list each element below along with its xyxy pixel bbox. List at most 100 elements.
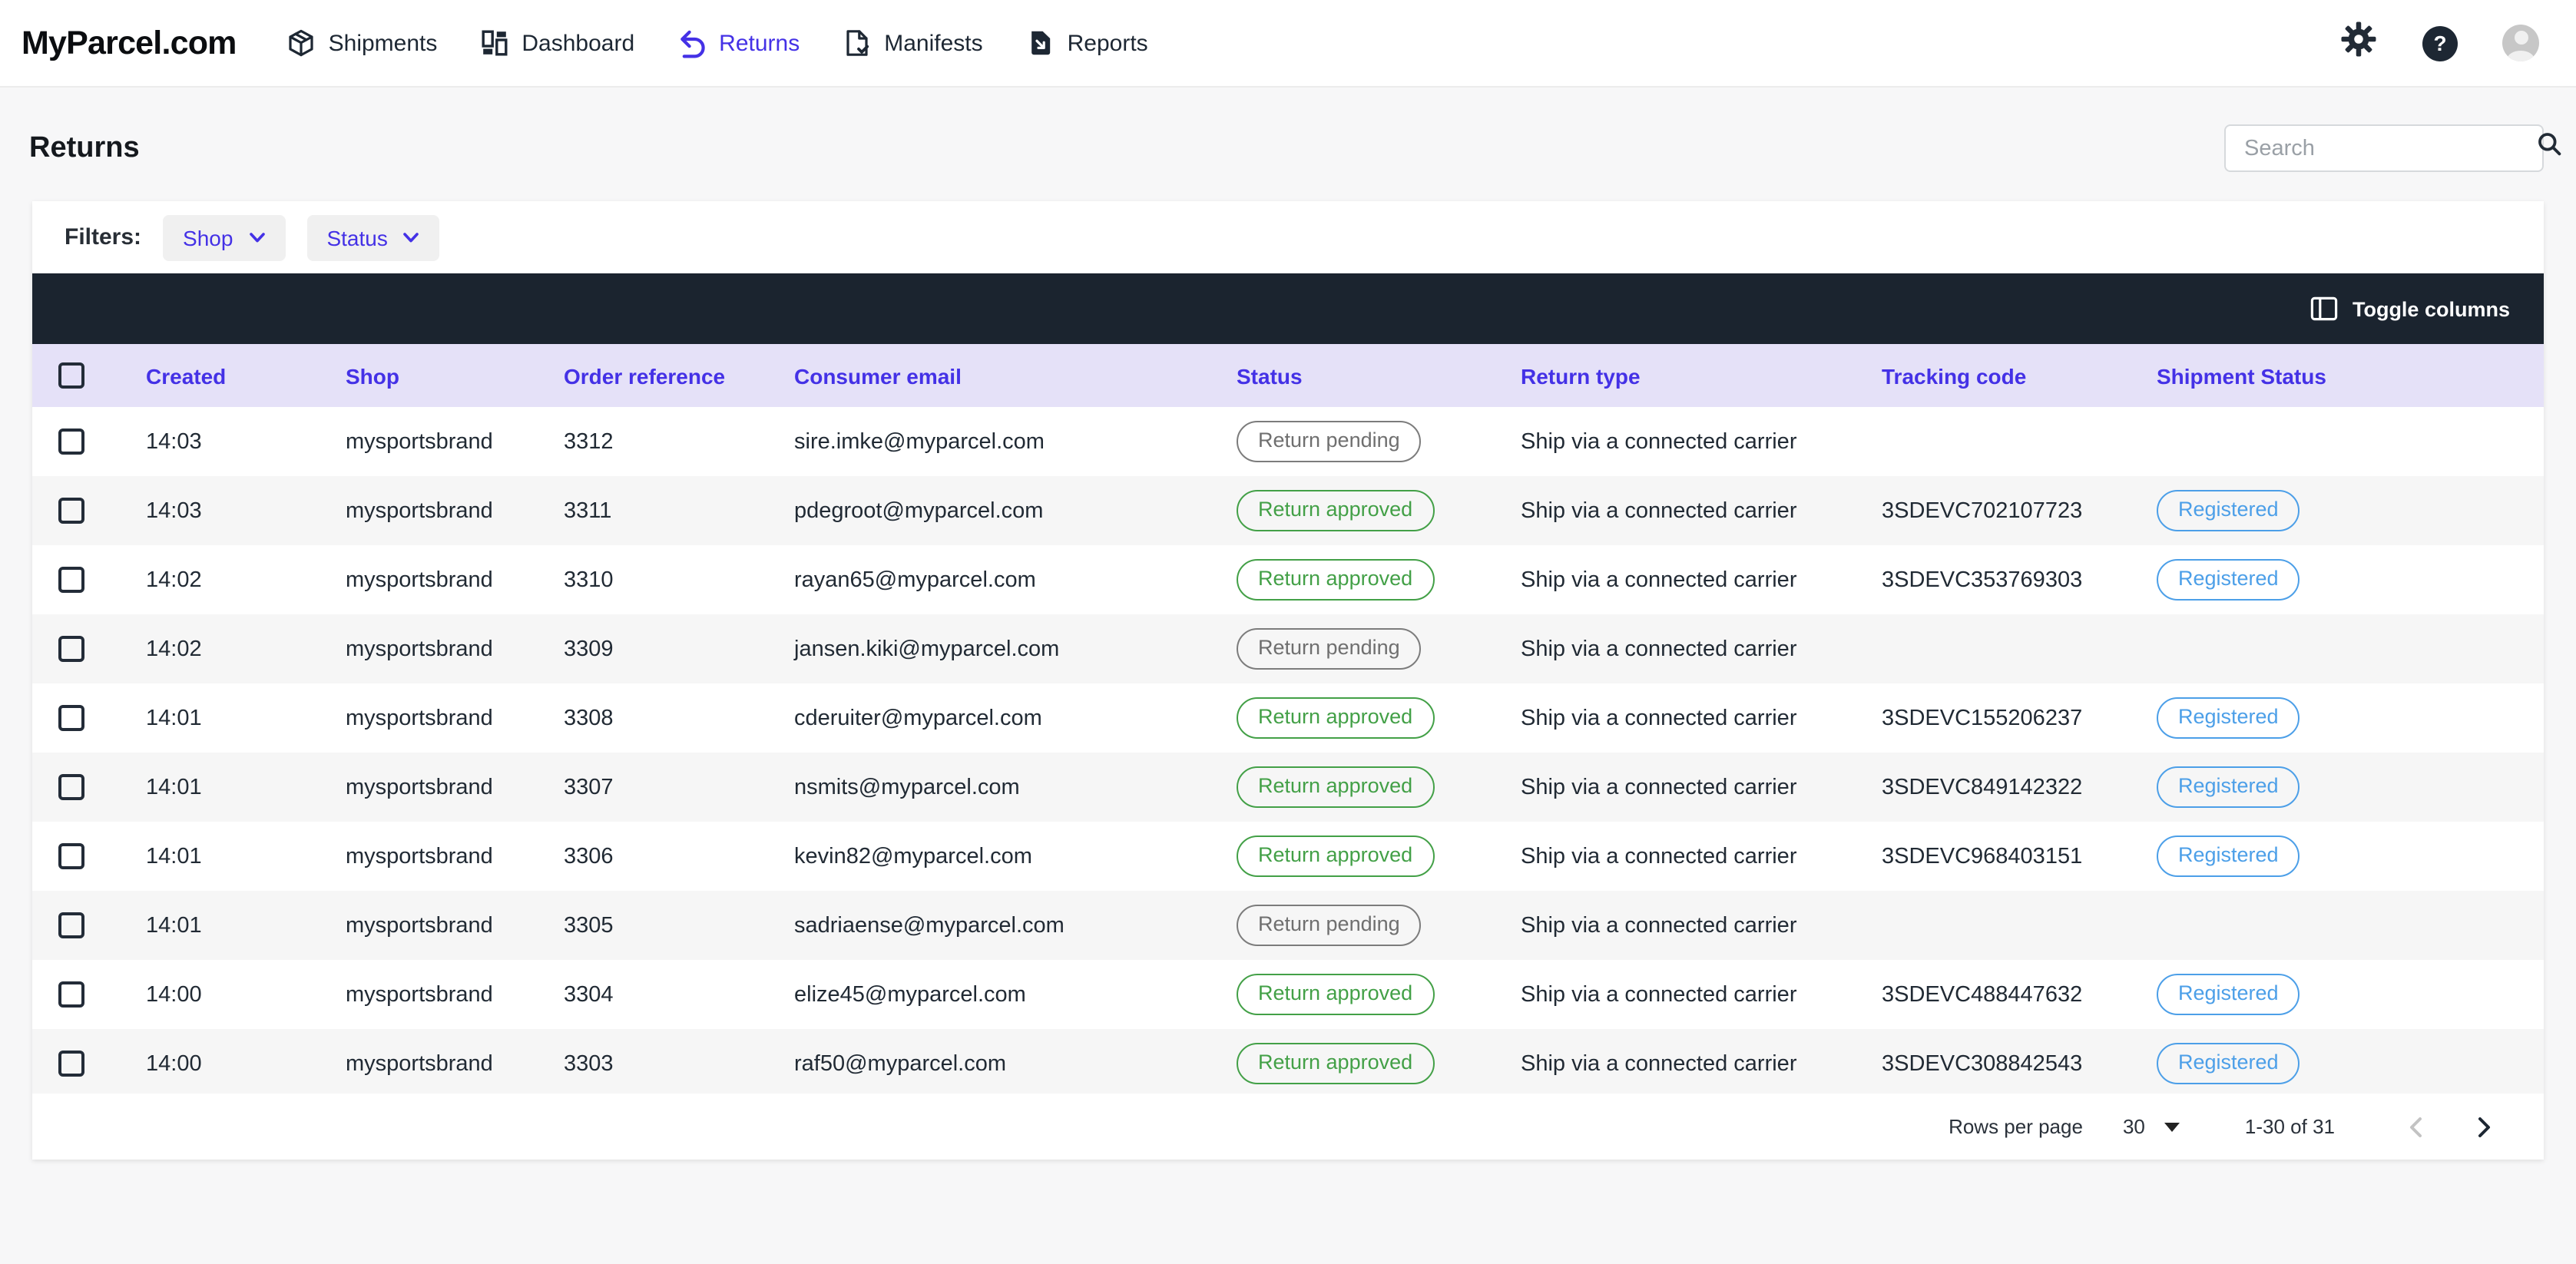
row-checkbox[interactable] bbox=[58, 636, 84, 662]
cell-status: Return approved bbox=[1237, 490, 1521, 531]
status-badge: Return approved bbox=[1237, 974, 1434, 1015]
cell-order-reference: 3310 bbox=[564, 567, 794, 592]
cell-consumer-email: sire.imke@myparcel.com bbox=[794, 429, 1237, 454]
cell-shipment-status: Registered bbox=[2157, 697, 2544, 739]
avatar-body bbox=[2507, 51, 2535, 61]
select-all-checkbox[interactable] bbox=[58, 362, 84, 389]
cell-order-reference: 3309 bbox=[564, 637, 794, 661]
status-badge: Return approved bbox=[1237, 559, 1434, 601]
chevron-right-icon bbox=[2473, 1114, 2495, 1139]
table-row[interactable]: 14:01 mysportsbrand 3308 cderuiter@mypar… bbox=[32, 683, 2544, 753]
cell-shipment-status: Registered bbox=[2157, 559, 2544, 601]
cell-status: Return pending bbox=[1237, 421, 1521, 462]
cell-shipment-status: Registered bbox=[2157, 766, 2544, 808]
caret-down-icon bbox=[2165, 1122, 2180, 1131]
avatar-head bbox=[2514, 31, 2528, 45]
columns-icon bbox=[2311, 296, 2339, 321]
cell-tracking-code: 3SDEVC488447632 bbox=[1882, 982, 2157, 1007]
row-checkbox[interactable] bbox=[58, 774, 84, 800]
row-checkbox[interactable] bbox=[58, 843, 84, 869]
cell-shipment-status: Registered bbox=[2157, 835, 2544, 877]
cell-return-type: Ship via a connected carrier bbox=[1521, 706, 1882, 730]
returns-page: MyParcel.com Shipments Dashboard Returns… bbox=[0, 0, 2576, 1264]
row-checkbox[interactable] bbox=[58, 981, 84, 1008]
cell-return-type: Ship via a connected carrier bbox=[1521, 1051, 1882, 1076]
search-input[interactable] bbox=[2241, 134, 2535, 162]
cell-order-reference: 3307 bbox=[564, 775, 794, 799]
table-row[interactable]: 14:01 mysportsbrand 3306 kevin82@myparce… bbox=[32, 822, 2544, 891]
nav-item-reports[interactable]: Reports bbox=[1025, 28, 1148, 58]
shipment-status-badge: Registered bbox=[2157, 1043, 2300, 1084]
filters-label: Filters: bbox=[65, 224, 141, 250]
nav-item-manifests[interactable]: Manifests bbox=[841, 28, 982, 58]
filter-status-label: Status bbox=[326, 225, 387, 250]
col-header-order-reference: Order reference bbox=[564, 363, 794, 388]
status-badge: Return pending bbox=[1237, 628, 1422, 670]
row-checkbox[interactable] bbox=[58, 705, 84, 731]
cell-shop: mysportsbrand bbox=[346, 1051, 564, 1076]
pagination-range: 1-30 of 31 bbox=[2245, 1115, 2335, 1138]
cell-tracking-code: 3SDEVC353769303 bbox=[1882, 567, 2157, 592]
table-row[interactable]: 14:01 mysportsbrand 3305 sadriaense@mypa… bbox=[32, 891, 2544, 960]
next-page-button[interactable] bbox=[2464, 1107, 2504, 1147]
nav-item-shipments[interactable]: Shipments bbox=[286, 28, 438, 58]
table-toolbar: Toggle columns bbox=[32, 273, 2544, 344]
row-checkbox[interactable] bbox=[58, 912, 84, 938]
nav-right: ? bbox=[2339, 20, 2539, 66]
cell-order-reference: 3311 bbox=[564, 498, 794, 523]
user-avatar[interactable] bbox=[2502, 25, 2539, 61]
status-badge: Return approved bbox=[1237, 490, 1434, 531]
cell-order-reference: 3306 bbox=[564, 844, 794, 869]
cell-order-reference: 3303 bbox=[564, 1051, 794, 1076]
help-icon[interactable]: ? bbox=[2422, 25, 2458, 61]
cell-consumer-email: jansen.kiki@myparcel.com bbox=[794, 637, 1237, 661]
returns-table-card: Filters: Shop Status Toggle columns Crea… bbox=[32, 201, 2544, 1160]
filter-shop-dropdown[interactable]: Shop bbox=[163, 214, 285, 260]
rows-per-page-label: Rows per page bbox=[1949, 1115, 2083, 1138]
shipment-status-badge: Registered bbox=[2157, 490, 2300, 531]
row-checkbox[interactable] bbox=[58, 498, 84, 524]
cell-return-type: Ship via a connected carrier bbox=[1521, 913, 1882, 938]
toggle-columns-button[interactable]: Toggle columns bbox=[2311, 296, 2510, 321]
return-arrow-icon bbox=[676, 28, 707, 58]
cell-tracking-code: 3SDEVC308842543 bbox=[1882, 1051, 2157, 1076]
manifest-icon bbox=[841, 28, 872, 58]
table-row[interactable]: 14:03 mysportsbrand 3312 sire.imke@mypar… bbox=[32, 407, 2544, 476]
previous-page-button[interactable] bbox=[2396, 1107, 2436, 1147]
table-row[interactable]: 14:02 mysportsbrand 3310 rayan65@myparce… bbox=[32, 545, 2544, 614]
filters-row: Filters: Shop Status bbox=[32, 201, 2544, 273]
cell-created: 14:02 bbox=[146, 567, 346, 592]
search-box bbox=[2224, 124, 2544, 172]
nav-item-returns[interactable]: Returns bbox=[676, 28, 800, 58]
cell-consumer-email: raf50@myparcel.com bbox=[794, 1051, 1237, 1076]
table-row[interactable]: 14:03 mysportsbrand 3311 pdegroot@myparc… bbox=[32, 476, 2544, 545]
cell-return-type: Ship via a connected carrier bbox=[1521, 844, 1882, 869]
row-checkbox[interactable] bbox=[58, 429, 84, 455]
cell-shop: mysportsbrand bbox=[346, 429, 564, 454]
col-header-consumer-email: Consumer email bbox=[794, 363, 1237, 388]
cell-order-reference: 3308 bbox=[564, 706, 794, 730]
table-row[interactable]: 14:00 mysportsbrand 3304 elize45@myparce… bbox=[32, 960, 2544, 1029]
status-badge: Return approved bbox=[1237, 766, 1434, 808]
settings-gear-icon[interactable] bbox=[2339, 20, 2378, 66]
col-header-status: Status bbox=[1237, 363, 1521, 388]
cell-order-reference: 3304 bbox=[564, 982, 794, 1007]
cell-created: 14:01 bbox=[146, 775, 346, 799]
rows-per-page-select[interactable]: 30 bbox=[2123, 1115, 2180, 1138]
brand-logo[interactable]: MyParcel.com bbox=[22, 24, 237, 62]
row-checkbox[interactable] bbox=[58, 1051, 84, 1077]
search-icon[interactable] bbox=[2535, 129, 2565, 167]
nav-item-dashboard[interactable]: Dashboard bbox=[478, 28, 634, 58]
cell-status: Return approved bbox=[1237, 697, 1521, 739]
col-header-return-type: Return type bbox=[1521, 363, 1882, 388]
cell-tracking-code: 3SDEVC702107723 bbox=[1882, 498, 2157, 523]
table-row[interactable]: 14:01 mysportsbrand 3307 nsmits@myparcel… bbox=[32, 753, 2544, 822]
row-checkbox[interactable] bbox=[58, 567, 84, 593]
report-icon bbox=[1025, 28, 1055, 58]
table-row[interactable]: 14:02 mysportsbrand 3309 jansen.kiki@myp… bbox=[32, 614, 2544, 683]
cell-consumer-email: kevin82@myparcel.com bbox=[794, 844, 1237, 869]
cell-consumer-email: elize45@myparcel.com bbox=[794, 982, 1237, 1007]
filter-status-dropdown[interactable]: Status bbox=[306, 214, 439, 260]
cell-shop: mysportsbrand bbox=[346, 913, 564, 938]
table-row[interactable]: 14:00 mysportsbrand 3303 raf50@myparcel.… bbox=[32, 1029, 2544, 1094]
